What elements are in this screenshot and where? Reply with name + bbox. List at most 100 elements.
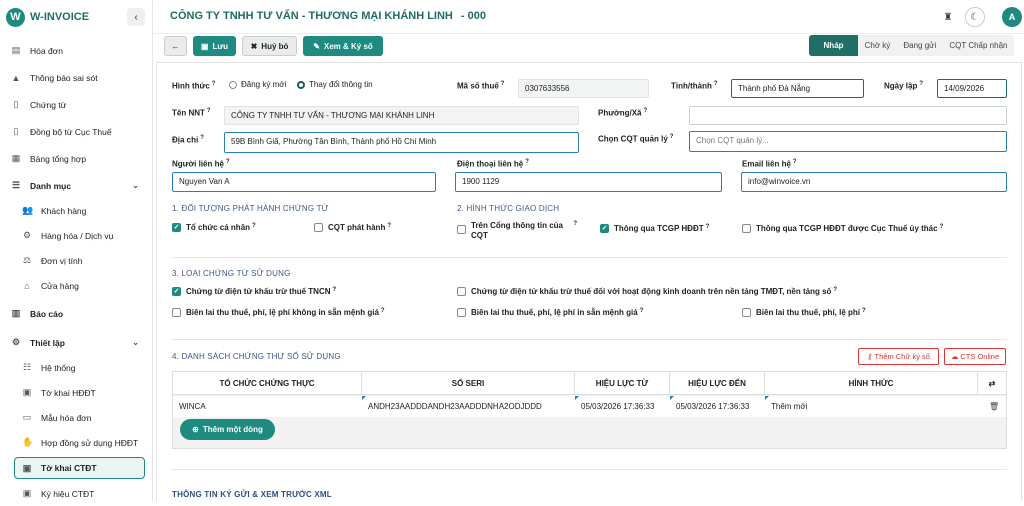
checkbox-box (742, 224, 751, 233)
radio-thay-doi[interactable]: Thay đổi thông tin (297, 80, 373, 89)
sidebar-item-bao-cao[interactable]: ▥ Báo cáo (0, 301, 152, 326)
gift-icon[interactable]: ♜ (938, 7, 958, 27)
column-header: HIỆU LỰC TỪ (575, 372, 670, 395)
sidebar-item-don-vi-tinh[interactable]: ⚖ Đơn vị tính (0, 248, 152, 273)
tinh-select[interactable]: Thành phố Đà Nẵng (731, 79, 864, 98)
close-icon: ✖ (250, 41, 258, 51)
sidebar-item-dong-bo[interactable]: ▯ Đồng bộ từ Cục Thuế (0, 119, 152, 144)
sidebar-item-khach-hang[interactable]: 👥 Khách hàng (0, 198, 152, 223)
cell-marker (670, 396, 674, 400)
checkbox-to-chuc-ca-nhan[interactable]: ✓ Tổ chức cá nhân? (172, 223, 256, 232)
ten-nnt-field[interactable]: CÔNG TY TNHH TƯ VẤN - THƯƠNG MẠI KHÁNH L… (224, 106, 579, 125)
nguoi-lien-he-label: Người liên hệ? (172, 159, 230, 169)
sidebar-item-cua-hang[interactable]: ⌂ Cửa hàng (0, 273, 152, 298)
arrow-left-icon: ← (171, 41, 180, 51)
sidebar-item-ky-hieu-ctdt[interactable]: ▣ Ký hiệu CTĐT (0, 481, 152, 506)
checkbox-cong-thong-tin[interactable]: Trên Cổng thông tin của CQT? (457, 221, 577, 241)
step-draft: Nháp (809, 35, 859, 56)
form-icon: ▣ (22, 488, 32, 498)
ngay-lap-label: Ngày lập? (884, 81, 924, 91)
sidebar-item-label: Cửa hàng (41, 280, 79, 291)
divider (171, 469, 1007, 470)
column-header: SỐ SERI (362, 372, 575, 395)
sidebar-nav: ▤ Hóa đơn ▲ Thông báo sai sót ▯ Chứng từ ▯ Đ… (0, 38, 152, 506)
toolbar: ← ▣ Lưu ✖ Huỷ bỏ ✎ Xem & Ký số Nháp Chờ ký … (153, 34, 1024, 60)
checkbox-bl[interactable]: Biên lai thu thuế, phí, lệ phí? (742, 308, 866, 317)
checkbox-ct-tncn[interactable]: ✓ Chứng từ điện tử khấu trừ thuế TNCN? (172, 287, 336, 296)
sidebar-item-label: Danh mục (30, 180, 72, 191)
sidebar-item-label: Bảng tổng hợp (30, 153, 87, 164)
cancel-button[interactable]: ✖ Huỷ bỏ (242, 36, 297, 56)
collapse-sidebar-button[interactable]: ‹ (127, 8, 145, 26)
divider (171, 257, 1007, 258)
nguoi-lien-he-field[interactable]: Nguyen Van A (172, 172, 436, 192)
sidebar-item-hang-hoa[interactable]: ⚙ Hàng hóa / Dịch vụ (0, 223, 152, 248)
checkbox-label: CQT phát hành (328, 223, 386, 232)
back-button[interactable]: ← (164, 36, 187, 56)
column-settings-icon[interactable]: ⇄ (978, 372, 1006, 395)
dia-chi-field[interactable]: 59B Bình Giã, Phường Tân Bình, Thành phố… (224, 132, 579, 153)
cqt-select[interactable]: Chọn CQT quản lý... (689, 131, 1007, 152)
document-icon: ▯ (13, 99, 19, 109)
company-name: CÔNG TY TNHH TƯ VẤN - THƯƠNG MẠI KHÁNH L… (170, 10, 453, 22)
form-icon: ▣ (22, 387, 32, 397)
radio-label: Thay đổi thông tin (309, 80, 373, 89)
save-button[interactable]: ▣ Lưu (193, 36, 236, 56)
view-sign-button[interactable]: ✎ Xem & Ký số (303, 36, 383, 56)
table-cell[interactable]: 05/03/2026 17:36:33 (575, 396, 670, 417)
email-field[interactable]: info@winvoice.vn (741, 172, 1007, 192)
sidebar-item-mau-hoa-don[interactable]: ▭ Mẫu hóa đơn (0, 405, 152, 430)
radio-circle (229, 80, 237, 89)
sidebar-item-thong-bao-sai-sot[interactable]: ▲ Thông báo sai sót (0, 65, 152, 90)
section-2-title: 2. HÌNH THỨC GIAO DỊCH (457, 204, 560, 213)
sidebar-item-to-khai-hddt[interactable]: ▣ Tờ khai HĐĐT (0, 380, 152, 405)
sidebar-item-label: Thiết lập (30, 337, 65, 348)
sidebar-item-hop-dong[interactable]: ✋ Hợp đồng sử dụng HĐĐT (0, 430, 152, 455)
radio-circle-checked (297, 80, 305, 89)
sidebar-item-thiet-lap[interactable]: ⚙ Thiết lập ⌄ (0, 330, 152, 355)
checkbox-tcgp-uy-thac[interactable]: Thông qua TCGP HĐĐT được Cục Thuế ủy thá… (742, 224, 943, 233)
checkbox-bl-in-san[interactable]: Biên lai thu thuế, phí, lệ phí in sẵn mệ… (457, 308, 643, 317)
table-row[interactable]: WINCA ANDH23AADDDANDH23AADDDNHA2ODJDDD 0… (173, 396, 1006, 417)
company-code: - 000 (460, 10, 486, 22)
edit-icon: ✎ (313, 41, 320, 51)
checkbox-bl-khong-in-san[interactable]: Biên lai thu thuế, phí, lệ phí không in … (172, 308, 385, 317)
scale-icon: ⚖ (22, 255, 32, 265)
ngay-lap-field[interactable]: 14/09/2026 (937, 79, 1007, 98)
sidebar-item-bang-tong-hop[interactable]: ▦ Bảng tổng hợp (0, 146, 152, 171)
sidebar-item-hoa-don[interactable]: ▤ Hóa đơn (0, 38, 152, 63)
logo-mark: W (6, 7, 25, 27)
checkbox-tcgp[interactable]: ✓ Thông qua TCGP HĐĐT? (600, 224, 709, 233)
checkbox-box (742, 308, 751, 317)
checkbox-label: Biên lai thu thuế, phí, lệ phí (756, 308, 860, 317)
checkbox-cqt-phat-hanh[interactable]: CQT phát hành? (314, 223, 391, 232)
table-cell[interactable]: 05/03/2026 17:36:33 (670, 396, 765, 417)
cancel-label: Huỷ bỏ (261, 41, 289, 51)
sidebar-item-chung-tu[interactable]: ▯ Chứng từ (0, 92, 152, 117)
table-cell[interactable]: WINCA (173, 396, 362, 417)
table-cell[interactable]: ANDH23AADDDANDH23AADDDNHA2ODJDDD (362, 396, 575, 417)
sidebar-item-he-thong[interactable]: ☷ Hệ thống (0, 355, 152, 380)
sidebar-item-danh-muc[interactable]: ☰ Danh mục ⌄ (0, 173, 152, 198)
dien-thoai-field[interactable]: 1900 1129 (455, 172, 722, 192)
sidebar-item-to-khai-ctdt[interactable]: ▣ Tờ khai CTĐT (14, 457, 145, 479)
checkbox-box (172, 308, 181, 317)
view-sign-label: Xem & Ký số (323, 41, 373, 51)
phuong-field[interactable] (689, 106, 1007, 125)
delete-icon[interactable]: 🗑 (983, 396, 1003, 417)
warning-icon: ▲ (11, 72, 21, 83)
avatar[interactable]: A (1002, 7, 1022, 27)
add-signer-button[interactable]: ⚷ Thêm Chữ ký số (858, 348, 939, 365)
dark-mode-icon[interactable]: ☾ (965, 7, 985, 27)
sidebar-item-label: Chứng từ (30, 99, 67, 110)
section-1-title: 1. ĐỐI TƯỢNG PHÁT HÀNH CHỨNG TỪ (172, 204, 329, 213)
table-cell[interactable]: Thêm mới (765, 396, 978, 417)
sidebar-item-label: Hóa đơn (30, 45, 63, 56)
sidebar-item-label: Đồng bộ từ Cục Thuế (30, 126, 112, 137)
add-row-button[interactable]: ⊕ Thêm một dòng (180, 419, 275, 440)
cts-online-button[interactable]: ☁ CTS Online (944, 348, 1006, 365)
checkbox-ct-tmdt[interactable]: Chứng từ điện tử khấu trừ thuế đối với h… (457, 287, 837, 296)
radio-dang-ky-moi[interactable]: Đăng ký mới (229, 80, 286, 89)
ten-nnt-label: Tên NNT? (172, 108, 211, 118)
mst-field[interactable]: 0307633556 (518, 79, 649, 98)
